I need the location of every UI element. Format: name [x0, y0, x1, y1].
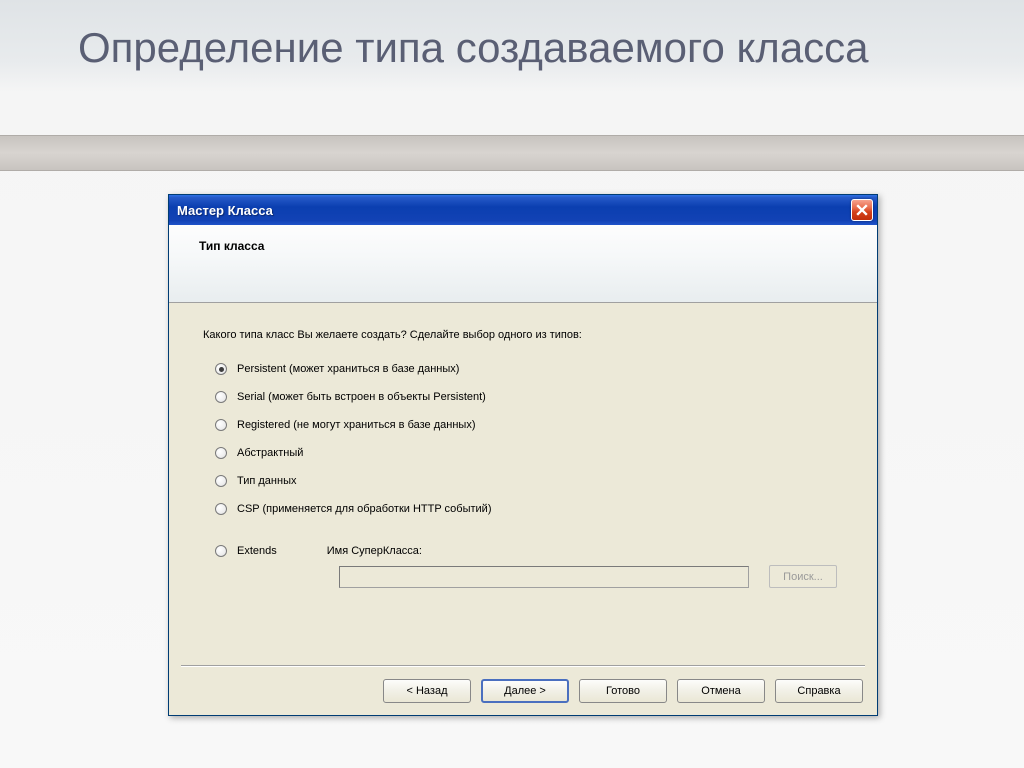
slide-title: Определение типа создаваемого класса	[78, 24, 869, 72]
option-persistent[interactable]: Persistent (может храниться в базе данны…	[215, 361, 843, 377]
titlebar[interactable]: Мастер Класса	[169, 195, 877, 225]
option-extends[interactable]: Extends Имя СуперКласса:	[215, 545, 843, 557]
superclass-input[interactable]	[339, 566, 749, 588]
option-label: Тип данных	[237, 475, 297, 487]
slide-accent-band	[0, 135, 1024, 171]
radio-icon	[215, 391, 227, 403]
help-button[interactable]: Справка	[775, 679, 863, 703]
radio-icon	[215, 545, 227, 557]
option-label: Registered (не могут храниться в базе да…	[237, 419, 475, 431]
finish-button[interactable]: Готово	[579, 679, 667, 703]
superclass-input-row: Поиск...	[339, 565, 843, 588]
titlebar-text: Мастер Класса	[177, 203, 273, 218]
option-label: CSP (применяется для обработки HTTP собы…	[237, 503, 492, 515]
close-button[interactable]	[851, 199, 873, 221]
option-abstract[interactable]: Абстрактный	[215, 445, 843, 461]
wizard-dialog: Мастер Класса Тип класса Какого типа кла…	[168, 194, 878, 716]
wizard-header: Тип класса	[169, 225, 877, 303]
back-button[interactable]: < Назад	[383, 679, 471, 703]
next-button[interactable]: Далее >	[481, 679, 569, 703]
option-datatype[interactable]: Тип данных	[215, 473, 843, 489]
extends-label: Extends	[237, 545, 277, 557]
radio-icon	[215, 363, 227, 375]
close-icon	[856, 204, 868, 216]
radio-icon	[215, 419, 227, 431]
option-registered[interactable]: Registered (не могут храниться в базе да…	[215, 417, 843, 433]
prompt-text: Какого типа класс Вы желаете создать? Сд…	[203, 329, 843, 341]
superclass-label: Имя СуперКласса:	[327, 545, 422, 557]
separator	[181, 665, 865, 667]
wizard-content: Какого типа класс Вы желаете создать? Сд…	[169, 303, 877, 715]
search-button[interactable]: Поиск...	[769, 565, 837, 588]
button-bar: < Назад Далее > Готово Отмена Справка	[383, 679, 863, 703]
cancel-button[interactable]: Отмена	[677, 679, 765, 703]
radio-icon	[215, 475, 227, 487]
option-csp[interactable]: CSP (применяется для обработки HTTP собы…	[215, 501, 843, 517]
radio-icon	[215, 503, 227, 515]
option-label: Persistent (может храниться в базе данны…	[237, 363, 459, 375]
option-label: Serial (может быть встроен в объекты Per…	[237, 391, 486, 403]
wizard-subtitle: Тип класса	[199, 239, 877, 253]
option-serial[interactable]: Serial (может быть встроен в объекты Per…	[215, 389, 843, 405]
option-label: Абстрактный	[237, 447, 303, 459]
radio-icon	[215, 447, 227, 459]
